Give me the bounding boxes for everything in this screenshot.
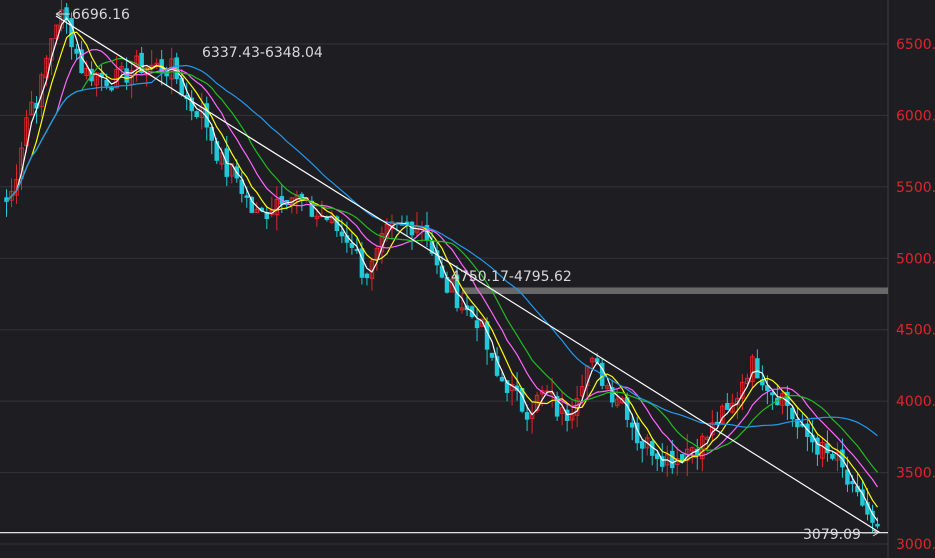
candle-body [124,68,129,83]
y-tick-label: 6000.00 [896,108,935,124]
annotation-low: 3079.09 [803,527,861,543]
candle-body [830,453,835,459]
annotations: 6696.16 6337.43-6348.04 4750.17-4795.62 … [55,7,879,543]
gap-band [462,287,888,294]
candle-body [359,248,365,278]
candle-body [755,358,760,379]
candle-body [629,422,635,428]
candle-body [670,450,675,469]
y-tick-label: 4500.00 [896,323,935,339]
candle-body [364,273,370,279]
candle-body [499,376,505,382]
candle-body [654,453,660,460]
candle-body [74,48,79,54]
y-tick-label: 4000.00 [896,394,935,410]
candle-body [244,195,250,198]
candle-body [725,402,730,410]
annotation-high: 6696.16 [72,7,130,23]
candle-body [519,387,525,412]
candle-body [770,392,775,396]
candle-body [339,231,345,237]
annotation-mid-gap: 4750.17-4795.62 [451,269,572,285]
low-arrow [862,529,879,537]
y-tick-label: 3500.00 [896,466,935,482]
candle-body [875,523,880,527]
candle-body [639,441,645,449]
candlestick-chart: 6500.00 6000.00 5500.00 5000.00 4500.00 4000.… [0,0,935,558]
y-tick-label: 6500.00 [896,37,935,53]
candle-body [524,412,530,420]
candle-body [349,242,355,248]
candle-body [104,79,109,87]
y-axis-ticks: 6500.00 6000.00 5500.00 5000.00 4500.00 4000.… [896,37,935,553]
annotation-left-gap: 6337.43-6348.04 [202,45,323,61]
candle-body [815,437,820,455]
y-tick-label: 5000.00 [896,251,935,267]
candle-body [489,352,495,358]
chart-root: 6500.00 6000.00 5500.00 5000.00 4500.00 4000.… [0,0,935,558]
candle-body [194,111,199,118]
candle-body [845,469,850,485]
y-tick-label: 5500.00 [896,180,935,196]
y-tick-label: 3000.00 [896,537,935,553]
candle-body [474,320,480,329]
candle-body [850,481,855,485]
